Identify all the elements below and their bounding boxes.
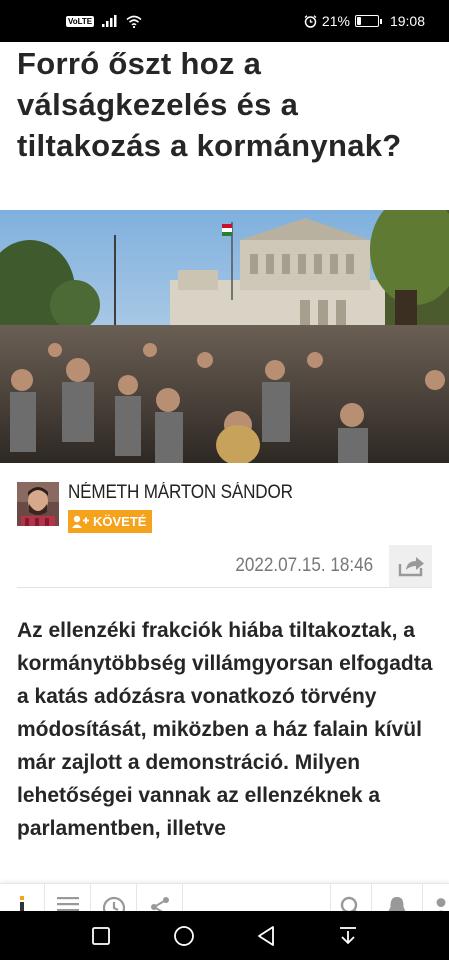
profile-icon <box>436 898 446 911</box>
profile-button[interactable] <box>423 884 449 911</box>
article-title: Forró őszt hoz a válságkezelés és a tilt… <box>17 46 402 163</box>
history-icon <box>102 896 125 911</box>
share-icon <box>398 557 424 577</box>
back-icon[interactable] <box>256 925 276 947</box>
search-icon <box>340 896 358 911</box>
status-left: VoLTE <box>66 15 142 28</box>
notification-pull-icon[interactable] <box>338 926 358 946</box>
battery-icon <box>354 15 382 27</box>
share-button[interactable] <box>389 545 432 587</box>
alarm-icon <box>304 14 317 28</box>
article-lead: Az ellenzéki frakciók hiába tiltakoztak,… <box>17 619 433 840</box>
author-avatar[interactable] <box>17 482 59 526</box>
toolbar-share-button[interactable] <box>137 884 182 911</box>
follow-button[interactable]: KÖVETÉ <box>68 510 153 533</box>
author-name[interactable]: NÉMETH MÁRTON SÁNDOR <box>68 482 293 504</box>
menu-button[interactable] <box>45 884 90 911</box>
share-icon <box>150 897 169 911</box>
hero-illustration <box>0 210 449 463</box>
logo-button[interactable] <box>0 884 44 911</box>
home-icon[interactable] <box>173 925 195 947</box>
history-button[interactable] <box>91 884 136 911</box>
menu-icon <box>56 897 79 911</box>
avatar-image <box>17 482 59 526</box>
toolbar-separator <box>182 884 183 911</box>
status-bar: VoLTE 21% 19:08 <box>0 0 449 42</box>
search-button[interactable] <box>331 884 371 911</box>
recent-apps-icon[interactable] <box>91 926 111 946</box>
battery-fill <box>356 17 361 25</box>
logo-icon <box>20 896 24 911</box>
notification-icon <box>388 897 406 911</box>
status-right: 21% 19:08 <box>304 13 425 29</box>
battery-percent: 21% <box>321 13 350 29</box>
wifi-icon <box>126 15 142 28</box>
follow-label: KÖVETÉ <box>93 514 147 529</box>
add-user-icon <box>72 515 89 528</box>
volte-icon: VoLTE <box>66 15 95 27</box>
bottom-toolbar <box>0 883 449 911</box>
system-navigation-bar <box>0 911 449 960</box>
author-info: NÉMETH MÁRTON SÁNDOR KÖVETÉ <box>68 482 318 533</box>
notification-button[interactable] <box>372 884 422 911</box>
article-hero-image[interactable] <box>0 210 449 463</box>
publish-date: 2022.07.15. 18:46 <box>235 555 373 576</box>
signal-icon <box>102 15 117 27</box>
date-row: 2022.07.15. 18:46 <box>17 545 432 588</box>
clock: 19:08 <box>389 13 425 29</box>
author-block: NÉMETH MÁRTON SÁNDOR KÖVETÉ <box>17 482 318 533</box>
